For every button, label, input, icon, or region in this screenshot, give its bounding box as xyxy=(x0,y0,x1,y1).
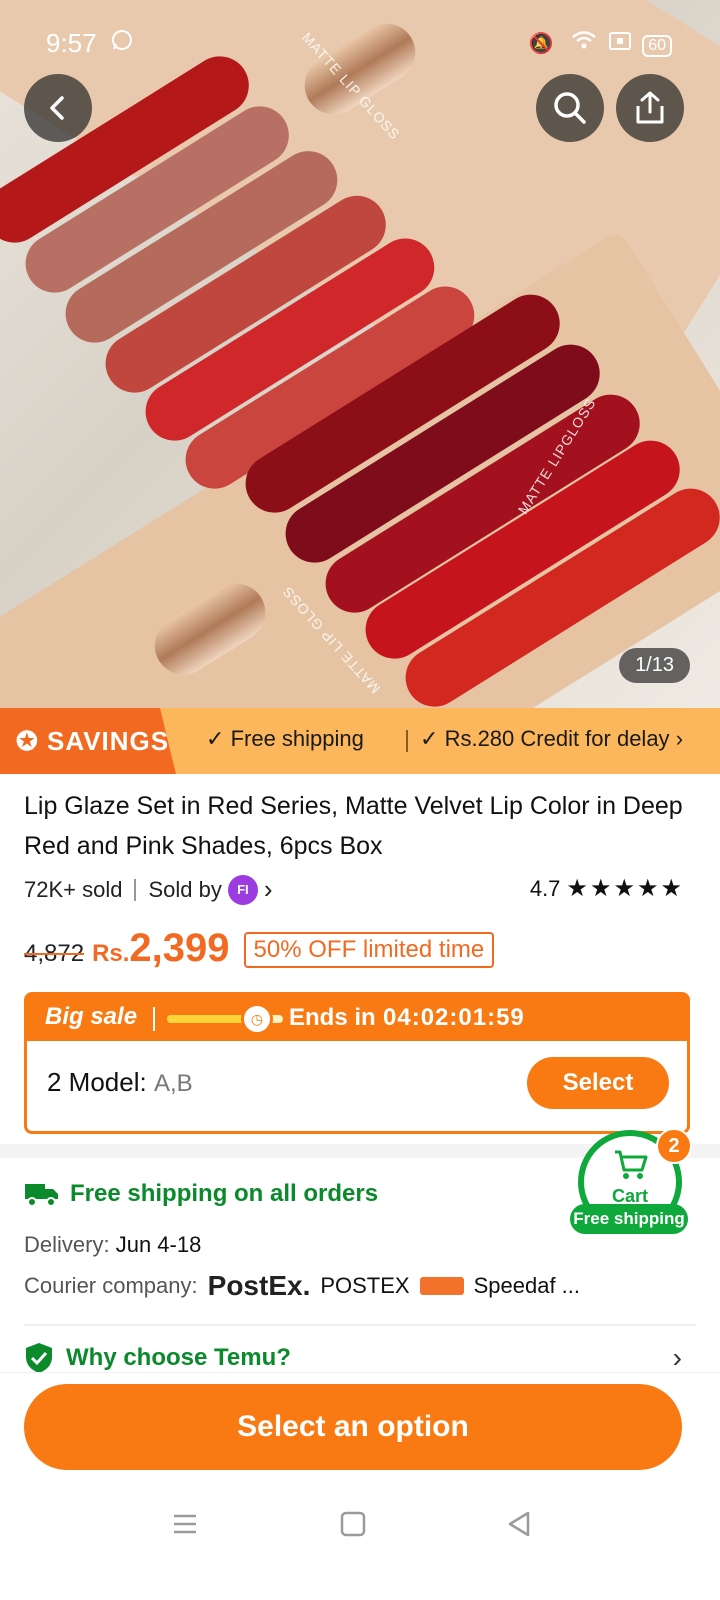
delivery-row: Delivery: Jun 4-18 xyxy=(24,1232,201,1258)
meta-divider xyxy=(134,878,137,901)
why-choose-temu-row[interactable]: Why choose Temu? xyxy=(24,1342,291,1374)
discount-badge: 50% OFF limited time xyxy=(243,932,495,968)
big-sale-label: Big sale xyxy=(45,1003,138,1030)
perk-label: Free shipping xyxy=(230,726,364,751)
rating[interactable]: 4.7 ★★★★★ xyxy=(530,874,684,903)
truck-icon xyxy=(25,1184,58,1207)
delivery-date: Jun 4-18 xyxy=(115,1232,202,1257)
check-icon: ✓ xyxy=(420,726,439,751)
perk-free-shipping: ✓ Free shipping xyxy=(206,726,364,752)
status-bar: 9:57 🔕 60 xyxy=(0,0,720,86)
savings-label: SAVINGS xyxy=(47,726,170,756)
chevron-right-icon[interactable]: › xyxy=(673,1342,682,1374)
screen-record-icon xyxy=(608,32,643,55)
system-nav-bar xyxy=(0,1490,720,1600)
courier-label: Courier company: xyxy=(24,1273,198,1298)
back-nav-icon[interactable] xyxy=(506,1508,532,1545)
model-row[interactable]: 2 Model: A,B xyxy=(47,1067,193,1098)
sales-meta: 72K+ sold Sold by FI › xyxy=(24,874,273,905)
model-label: 2 Model: xyxy=(47,1067,147,1097)
search-icon xyxy=(554,92,586,124)
free-shipping-row[interactable]: Free shipping on all orders xyxy=(24,1180,378,1208)
free-shipping-text: Free shipping on all orders xyxy=(70,1180,379,1207)
model-values: A,B xyxy=(153,1070,193,1097)
select-option-button[interactable]: Select an option xyxy=(24,1384,682,1470)
delivery-label: Delivery: xyxy=(24,1232,110,1257)
seller-avatar[interactable]: FI xyxy=(227,874,258,905)
courier-speedaf: Speedaf ... xyxy=(473,1273,581,1298)
chevron-right-icon: › xyxy=(675,726,684,751)
image-counter: 1/13 xyxy=(619,648,690,683)
ends-in-label: Ends in xyxy=(289,1004,376,1031)
product-image[interactable]: MATTE LIP GLOSS MATTE LIP GLOSS MATTE LI… xyxy=(0,0,720,720)
cart-count-badge: 2 xyxy=(656,1128,692,1164)
courier-postex: POSTEX xyxy=(320,1273,410,1298)
currency: Rs. xyxy=(92,940,130,967)
wifi-icon xyxy=(571,31,609,55)
share-button[interactable] xyxy=(616,74,684,142)
savings-badge-icon: ✪ xyxy=(16,726,39,756)
check-icon: ✓ xyxy=(206,726,225,751)
search-button[interactable] xyxy=(536,74,604,142)
menu-icon[interactable] xyxy=(172,1508,198,1545)
perk-delay-credit: ✓ Rs.280 Credit for delay › xyxy=(420,726,683,752)
status-time: 9:57 xyxy=(46,28,97,58)
perk-divider xyxy=(406,730,408,752)
savings-strip[interactable]: ✪ SAVINGS ✓ Free shipping ✓ Rs.280 Credi… xyxy=(0,708,720,774)
battery-icon: 60 xyxy=(642,35,672,57)
price-row: 4,872 Rs. 2,399 50% OFF limited time xyxy=(24,926,495,972)
sold-by-label: Sold by xyxy=(148,876,222,902)
select-button[interactable]: Select xyxy=(527,1057,669,1109)
share-icon xyxy=(636,91,664,124)
courier-row: Courier company: PostEx. POSTEX Speedaf … xyxy=(24,1270,580,1302)
whatsapp-icon xyxy=(110,28,134,59)
cart-free-shipping-badge: Free shipping xyxy=(570,1204,688,1234)
countdown: 04:02:01:59 xyxy=(383,1004,525,1031)
sale-price: 2,399 xyxy=(129,926,230,970)
speedaf-logo xyxy=(419,1277,464,1295)
home-icon[interactable] xyxy=(340,1508,366,1545)
cart-icon xyxy=(615,1150,648,1179)
sold-count: 72K+ sold xyxy=(24,876,123,902)
savings-tag: ✪ SAVINGS xyxy=(0,708,176,774)
mute-icon: 🔕 xyxy=(528,33,560,55)
why-choose-label: Why choose Temu? xyxy=(66,1344,291,1371)
shield-check-icon xyxy=(26,1343,52,1373)
clock-icon: ◷ xyxy=(241,1003,273,1035)
back-arrow-icon xyxy=(50,96,64,120)
postex-logo: PostEx. xyxy=(207,1270,311,1301)
back-button[interactable] xyxy=(24,74,92,142)
product-title: Lip Glaze Set in Red Series, Matte Velve… xyxy=(24,792,683,860)
sale-divider xyxy=(153,1007,155,1031)
divider xyxy=(24,1324,696,1326)
big-sale-header: Big sale ◷ Ends in 04:02:01:59 xyxy=(27,995,687,1041)
rating-value: 4.7 xyxy=(529,875,561,901)
big-sale-box: Big sale ◷ Ends in 04:02:01:59 2 Model: … xyxy=(24,992,690,1134)
status-icons: 🔕 60 xyxy=(529,30,672,57)
perk-label: Rs.280 Credit for delay xyxy=(444,726,670,751)
original-price: 4,872 xyxy=(24,940,85,967)
chevron-right-icon[interactable]: › xyxy=(264,874,273,905)
rating-stars-icon: ★★★★★ xyxy=(566,875,684,902)
